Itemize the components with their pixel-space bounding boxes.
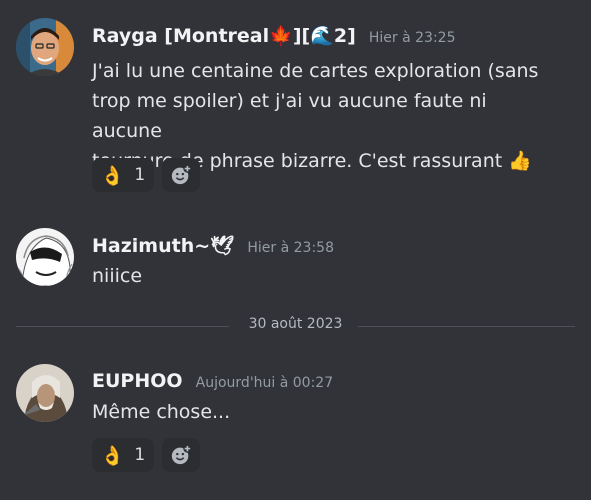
message-line: niiice	[92, 265, 143, 287]
avatar-rayga-image	[16, 18, 74, 76]
message-header: Rayga [Montreal🍁][🌊2] Hier à 23:25	[92, 24, 455, 47]
username-euphoo[interactable]: EUPHOO	[92, 370, 183, 392]
add-reaction-icon	[171, 164, 192, 185]
add-reaction-button[interactable]	[162, 438, 200, 472]
message-header: Hazimuth~🕊 Hier à 23:58	[92, 234, 334, 257]
message-line: Même chose...	[92, 401, 231, 423]
reaction-count: 1	[134, 445, 146, 465]
avatar-euphoo-image	[16, 364, 74, 422]
avatar-hazimuth-image	[16, 228, 74, 286]
timestamp: Hier à 23:25	[368, 30, 456, 46]
message-content: Même chose...	[92, 397, 562, 427]
avatar-euphoo[interactable]	[16, 364, 74, 422]
message-content: niiice	[92, 261, 562, 291]
add-reaction-button[interactable]	[162, 158, 200, 192]
dove-icon: 🕊	[210, 235, 235, 257]
reaction-ok-hand[interactable]: 👌 1	[92, 438, 154, 472]
message-line: trop me spoiler) et j'ai vu aucune faute…	[92, 90, 487, 142]
username-hazimuth[interactable]: Hazimuth~🕊	[92, 235, 234, 257]
date-divider-label: 30 août 2023	[248, 316, 343, 332]
ok-hand-icon: 👌	[100, 164, 125, 187]
thumbs-up-icon: 👍	[508, 150, 532, 172]
timestamp: Aujourd'hui à 00:27	[195, 375, 334, 391]
avatar-rayga[interactable]	[16, 18, 74, 76]
add-reaction-icon	[171, 444, 192, 465]
divider-line-right	[358, 326, 575, 327]
avatar-hazimuth[interactable]	[16, 228, 74, 286]
timestamp: Hier à 23:58	[247, 240, 334, 256]
date-divider: 30 août 2023	[16, 316, 575, 332]
reaction-ok-hand[interactable]: 👌 1	[92, 158, 154, 192]
wave-icon: 🌊	[310, 25, 334, 47]
message-line: J'ai lu une centaine de cartes explorati…	[92, 60, 539, 82]
reaction-count: 1	[134, 165, 146, 185]
ok-hand-icon: 👌	[100, 444, 125, 467]
username-rayga[interactable]: Rayga [Montreal🍁][🌊2]	[92, 25, 356, 47]
message-content: J'ai lu une centaine de cartes explorati…	[92, 56, 562, 176]
maple-leaf-icon: 🍁	[269, 25, 293, 47]
message-header: EUPHOO Aujourd'hui à 00:27	[92, 370, 333, 392]
